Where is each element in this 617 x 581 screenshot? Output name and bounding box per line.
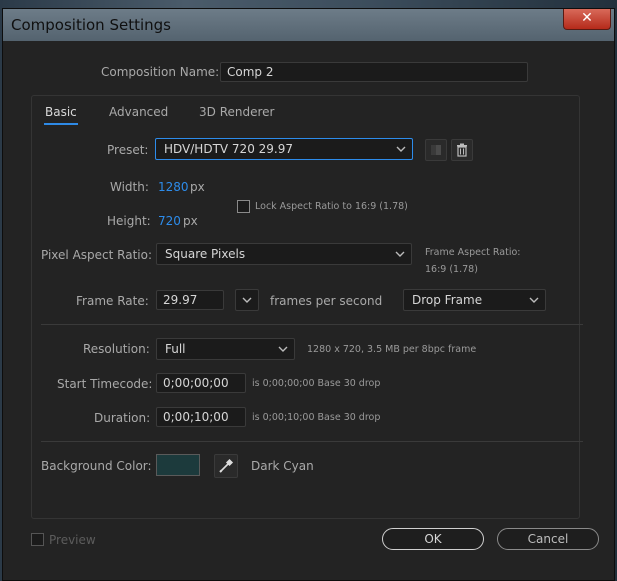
background-color-swatch[interactable] — [156, 454, 200, 476]
resolution-label: Resolution: — [83, 342, 150, 356]
start-timecode-info: is 0;00;00;00 Base 30 drop — [252, 378, 381, 389]
chevron-down-icon — [396, 146, 406, 152]
eyedropper-button[interactable] — [214, 454, 238, 478]
composition-settings-dialog: Composition Settings ✕ Composition Name:… — [2, 8, 615, 581]
background-color-label: Background Color: — [41, 459, 152, 473]
chevron-down-icon — [242, 297, 252, 303]
active-tab-indicator — [44, 123, 78, 125]
pixel-aspect-value: Square Pixels — [165, 247, 246, 261]
chevron-down-icon — [395, 251, 405, 257]
tab-basic[interactable]: Basic — [45, 105, 77, 119]
drop-frame-value: Drop Frame — [412, 293, 483, 307]
divider — [41, 324, 583, 325]
height-label: Height: — [107, 214, 151, 228]
preview-checkbox[interactable] — [31, 533, 44, 546]
delete-preset-button[interactable] — [451, 139, 473, 161]
start-timecode-input[interactable]: 0;00;00;00 — [156, 373, 246, 393]
tab-3d-renderer[interactable]: 3D Renderer — [199, 105, 274, 119]
comp-name-input[interactable]: Comp 2 — [220, 62, 528, 82]
preview-label: Preview — [49, 533, 96, 547]
frame-rate-label: Frame Rate: — [76, 294, 149, 308]
title-bar[interactable]: Composition Settings ✕ — [3, 9, 614, 41]
frame-rate-unit: frames per second — [270, 294, 383, 308]
preset-value: HDV/HDTV 720 29.97 — [164, 142, 293, 156]
preset-dropdown[interactable]: HDV/HDTV 720 29.97 — [155, 138, 413, 160]
chevron-down-icon — [278, 346, 288, 352]
lock-aspect-checkbox[interactable] — [237, 200, 250, 213]
width-value[interactable]: 1280 — [158, 180, 189, 194]
resolution-info: 1280 x 720, 3.5 MB per 8bpc frame — [307, 344, 477, 355]
background-color-name: Dark Cyan — [251, 459, 314, 473]
comp-name-label: Composition Name: — [101, 65, 220, 79]
save-preset-icon — [431, 145, 441, 155]
width-label: Width: — [110, 180, 149, 194]
drop-frame-dropdown[interactable]: Drop Frame — [403, 289, 546, 311]
tab-advanced[interactable]: Advanced — [109, 105, 168, 119]
start-timecode-label: Start Timecode: — [57, 377, 153, 391]
duration-info: is 0;00;10;00 Base 30 drop — [252, 412, 381, 423]
save-preset-button[interactable] — [425, 139, 447, 161]
window-title: Composition Settings — [11, 16, 171, 34]
trash-icon — [457, 143, 467, 157]
frame-rate-dropdown[interactable] — [235, 289, 259, 311]
preset-label: Preset: — [107, 143, 149, 157]
lock-aspect-label: Lock Aspect Ratio to 16:9 (1.78) — [255, 201, 408, 212]
resolution-dropdown[interactable]: Full — [156, 338, 295, 360]
dialog-content: Composition Name: Comp 2 Basic Advanced … — [9, 41, 608, 574]
frame-aspect-value: 16:9 (1.78) — [425, 264, 478, 275]
cancel-button[interactable]: Cancel — [497, 528, 599, 550]
duration-input[interactable]: 0;00;10;00 — [156, 407, 246, 427]
close-button[interactable]: ✕ — [563, 9, 611, 30]
ok-button[interactable]: OK — [382, 528, 484, 550]
resolution-value: Full — [165, 342, 186, 356]
pixel-aspect-dropdown[interactable]: Square Pixels — [156, 243, 412, 265]
divider — [41, 441, 583, 442]
chevron-down-icon — [529, 297, 539, 303]
height-unit: px — [183, 214, 198, 228]
pixel-aspect-label: Pixel Aspect Ratio: — [41, 248, 152, 262]
frame-rate-input[interactable]: 29.97 — [156, 290, 224, 310]
height-value[interactable]: 720 — [158, 214, 181, 228]
width-unit: px — [190, 180, 205, 194]
frame-aspect-label: Frame Aspect Ratio: — [425, 247, 521, 258]
eyedropper-icon — [219, 458, 234, 473]
duration-label: Duration: — [94, 411, 151, 425]
